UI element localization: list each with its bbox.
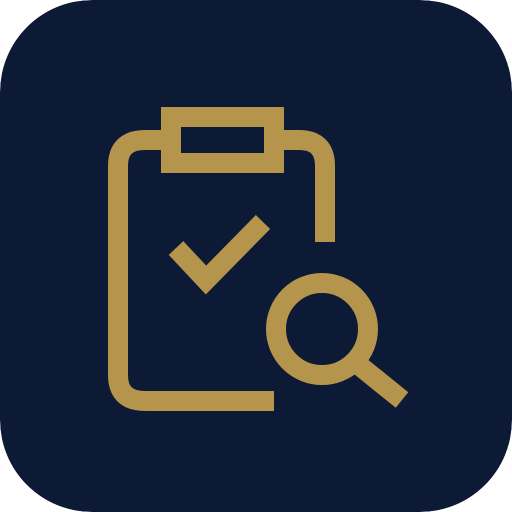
icon-background: [0, 0, 512, 512]
clipboard-check-search-icon: [0, 0, 512, 512]
app-icon[interactable]: [0, 0, 512, 512]
